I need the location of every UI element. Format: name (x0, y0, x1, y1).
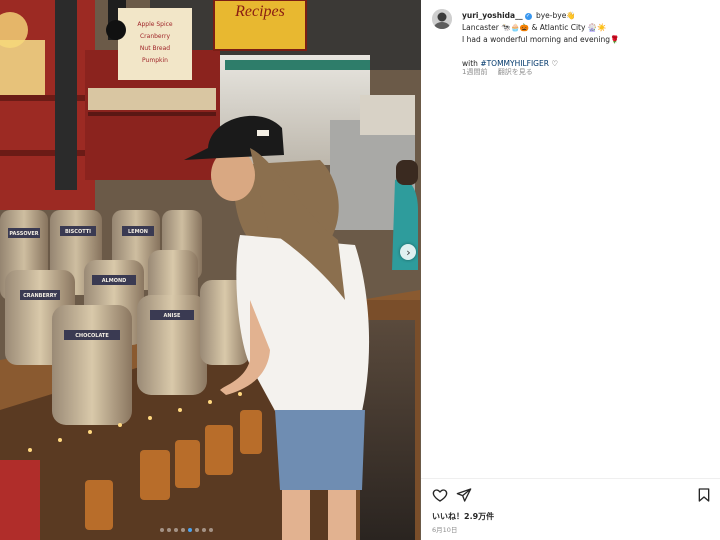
sign-recipes-text: Recipes (234, 3, 285, 20)
jar-label: LEMON (128, 229, 148, 235)
carousel-dot (188, 528, 192, 532)
next-photo-button[interactable]: › (400, 244, 416, 260)
board-line-4: Pumpkin (142, 57, 168, 64)
carousel-dot (209, 528, 213, 532)
carousel-dot (167, 528, 171, 532)
jar-label: ALMOND (102, 278, 127, 284)
jar-label: PASSOVER (9, 231, 38, 237)
bookmark-icon[interactable] (696, 487, 712, 503)
chevron-right-icon: › (406, 245, 411, 259)
jar-label: BISCOTTI (65, 229, 91, 235)
carousel-dot (160, 528, 164, 532)
post-date[interactable]: 6月10日 (432, 524, 457, 534)
board-line-3: Nut Bread (140, 45, 170, 52)
caption-line-3: I had a wonderful morning and evening🌹 (462, 35, 620, 44)
post-caption: yuri_yoshida__ ✓ bye-bye👋 Lancaster 🐄🧁🎃 &… (462, 10, 712, 70)
heart-icon[interactable] (432, 487, 448, 503)
carousel-dot (174, 528, 178, 532)
carousel-dot (181, 528, 185, 532)
send-icon[interactable] (456, 487, 472, 503)
action-bar (432, 487, 712, 503)
post-meta: 1週間前 翻訳を見る (462, 67, 541, 77)
photo-scene: Recipes Apple Spice Cranberry Nut Bread … (0, 0, 421, 540)
carousel-indicator (160, 528, 213, 532)
jar-label: ANISE (164, 313, 182, 319)
caption-line-2: Lancaster 🐄🧁🎃 & Atlantic City 🎡☀️ (462, 23, 607, 32)
heart-emoji: ♡ (551, 59, 559, 68)
time-ago[interactable]: 1週間前 (462, 68, 487, 76)
username-link[interactable]: yuri_yoshida__ (462, 11, 523, 20)
board-line-2: Cranberry (140, 33, 170, 40)
post-details-panel: yuri_yoshida__ ✓ bye-bye👋 Lancaster 🐄🧁🎃 &… (421, 0, 720, 540)
carousel-dot (202, 528, 206, 532)
likes-count[interactable]: いいね！2.9万件 (432, 511, 494, 522)
caption-line-1: bye-bye👋 (535, 11, 576, 20)
jar-label: CRANBERRY (23, 293, 57, 299)
jar-label: CHOCOLATE (75, 333, 109, 339)
post-photo[interactable]: Recipes Apple Spice Cranberry Nut Bread … (0, 0, 421, 540)
carousel-dot (195, 528, 199, 532)
verified-badge-icon: ✓ (524, 12, 532, 20)
avatar[interactable] (432, 9, 452, 29)
board-line-1: Apple Spice (137, 21, 173, 28)
see-translation-link[interactable]: 翻訳を見る (498, 68, 533, 76)
divider (421, 478, 720, 479)
